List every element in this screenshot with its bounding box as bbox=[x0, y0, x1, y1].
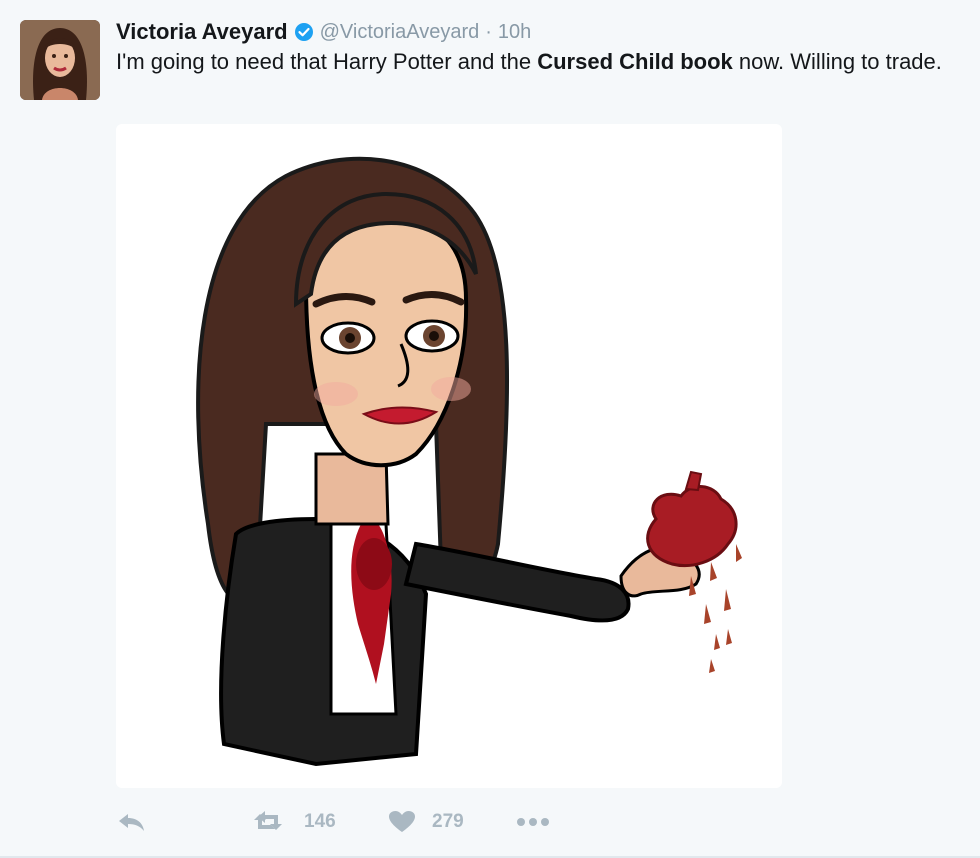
tweet-text: I'm going to need that Harry Potter and … bbox=[116, 46, 966, 78]
author-handle[interactable]: @VictoriaAveyard bbox=[320, 21, 480, 44]
separator-dot: · bbox=[485, 20, 492, 43]
more-options-button[interactable] bbox=[516, 816, 550, 828]
tweet-media-image[interactable] bbox=[116, 124, 782, 788]
retweet-icon bbox=[252, 810, 288, 834]
author-name[interactable]: Victoria Aveyard bbox=[116, 19, 288, 45]
tweet-timestamp[interactable]: 10h bbox=[498, 21, 531, 44]
tweet-header: Victoria Aveyard @VictoriaAveyard · 10h bbox=[116, 16, 531, 48]
reply-button[interactable] bbox=[116, 810, 148, 834]
retweet-count: 146 bbox=[304, 811, 336, 832]
more-icon bbox=[516, 816, 550, 828]
like-button[interactable]: 279 bbox=[388, 810, 464, 834]
verified-badge-icon bbox=[294, 22, 314, 42]
author-avatar[interactable] bbox=[20, 20, 100, 100]
reply-icon bbox=[116, 810, 148, 834]
retweet-button[interactable]: 146 bbox=[252, 810, 336, 834]
tweet-text-part1: I'm going to need that Harry Potter and … bbox=[116, 49, 538, 74]
like-count: 279 bbox=[432, 811, 464, 832]
tweet-text-part2: now. Willing to trade. bbox=[732, 49, 942, 74]
heart-icon bbox=[388, 810, 416, 834]
tweet-text-bold: Cursed Child book bbox=[537, 49, 733, 74]
